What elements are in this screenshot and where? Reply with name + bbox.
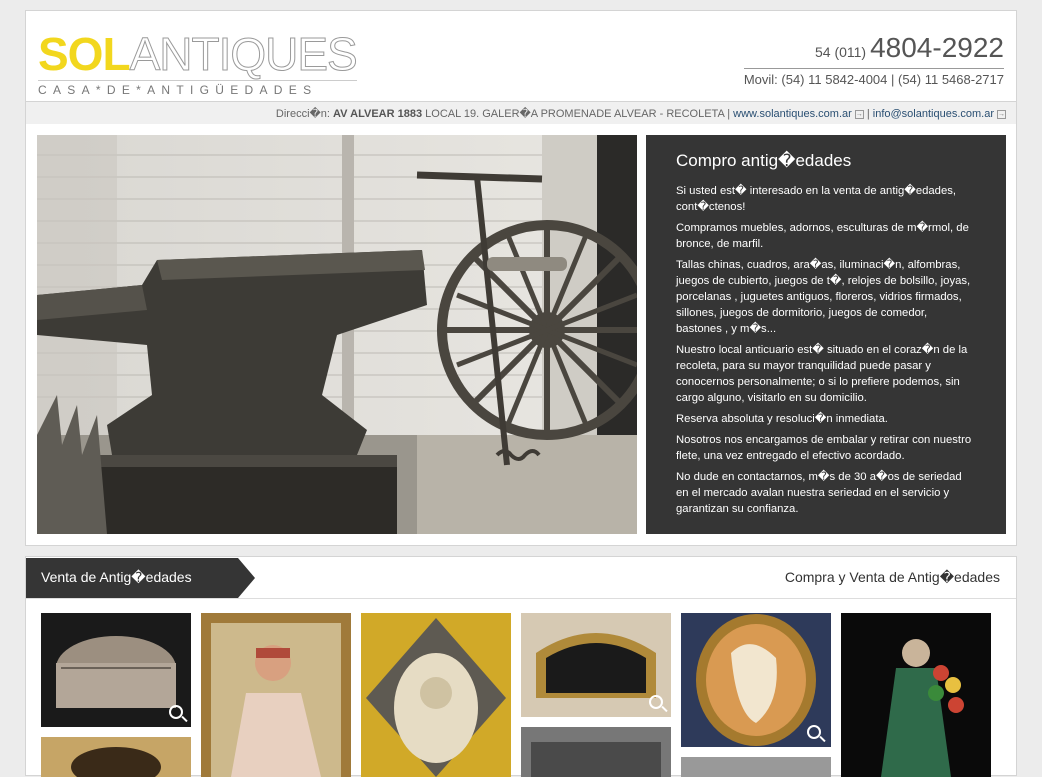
phone-block: 54 (011) 4804-2922 Movil: (54) 11 5842-40… xyxy=(743,32,1004,87)
zoom-icon[interactable] xyxy=(807,725,821,739)
logo-subtitle: CASA*DE*ANTIGÜEDADES xyxy=(38,80,357,97)
gallery-thumb-cameo-oval[interactable] xyxy=(681,613,831,747)
info-paragraph: Tallas chinas, cuadros, ara�as, iluminac… xyxy=(676,259,971,335)
info-paragraph: Reserva absoluta y resoluci�n inmediata. xyxy=(676,413,888,425)
gallery-thumb-sofa[interactable] xyxy=(521,613,671,717)
gallery-thumb-bronze[interactable] xyxy=(41,737,191,777)
gallery-thumb-figurine[interactable] xyxy=(841,613,991,777)
gallery-section: Venta de Antig�edades Compra y Venta de … xyxy=(25,556,1017,777)
gallery-thumb-silver-box[interactable] xyxy=(41,613,191,727)
hero-image-anvil-wheel xyxy=(37,135,637,534)
info-paragraph: Nosotros nos encargamos de embalar y ret… xyxy=(676,434,972,462)
site-logo[interactable]: SOLANTIQUES CASA*DE*ANTIGÜEDADES xyxy=(38,28,358,97)
logo-sol: SOL xyxy=(38,28,131,80)
gallery-heading: Compra y Venta de Antig�edades xyxy=(784,569,1000,585)
gallery-thumb-painting[interactable] xyxy=(201,613,351,777)
phone-mobile: Movil: (54) 11 5842-4004 | (54) 11 5468-… xyxy=(743,72,1004,87)
gallery-tab[interactable]: Venta de Antig�edades xyxy=(26,558,255,598)
phone-prefix: 54 (011) xyxy=(814,44,867,60)
external-link-icon[interactable]: → xyxy=(997,109,1006,119)
gallery-thumb-extra[interactable] xyxy=(681,757,831,777)
gallery-thumb-silverware[interactable] xyxy=(521,727,671,777)
zoom-icon[interactable] xyxy=(169,705,183,719)
info-paragraph: No dude en contactarnos, m�s de 30 a�os … xyxy=(676,471,962,515)
address-separator: | xyxy=(866,108,870,120)
address-bar: Direcci�n: AV ALVEAR 1883 LOCAL 19. GALE… xyxy=(25,101,1017,125)
zoom-icon[interactable] xyxy=(649,695,663,709)
info-paragraph: Compramos muebles, adornos, esculturas d… xyxy=(676,222,969,250)
main-section: Compro antig�edades Si usted est� intere… xyxy=(25,124,1017,546)
info-paragraph: Si usted est� interesado en la venta de … xyxy=(676,185,957,213)
info-title: Compro antig�edades xyxy=(676,151,852,170)
phone-main: 4804-2922 xyxy=(870,32,1004,63)
email-link[interactable]: info@solantiques.com.ar xyxy=(873,108,994,120)
address-label: Direcci�n: xyxy=(275,108,330,120)
logo-antiques: ANTIQUES xyxy=(129,28,358,80)
external-link-icon[interactable]: → xyxy=(854,109,864,119)
gallery-header: Venta de Antig�edades Compra y Venta de … xyxy=(26,557,1016,599)
address-rest: LOCAL 19. GALER�A PROMENADE ALVEAR - REC… xyxy=(425,108,731,120)
gallery-thumb-cameo-brooch[interactable] xyxy=(361,613,511,777)
info-paragraph: Nuestro local anticuario est� situado en… xyxy=(676,344,968,404)
address-street: AV ALVEAR 1883 xyxy=(333,108,423,120)
info-panel: Compro antig�edades Si usted est� intere… xyxy=(646,135,1006,534)
website-link[interactable]: www.solantiques.com.ar xyxy=(733,108,852,120)
site-header: SOLANTIQUES CASA*DE*ANTIGÜEDADES 54 (011… xyxy=(25,10,1017,102)
